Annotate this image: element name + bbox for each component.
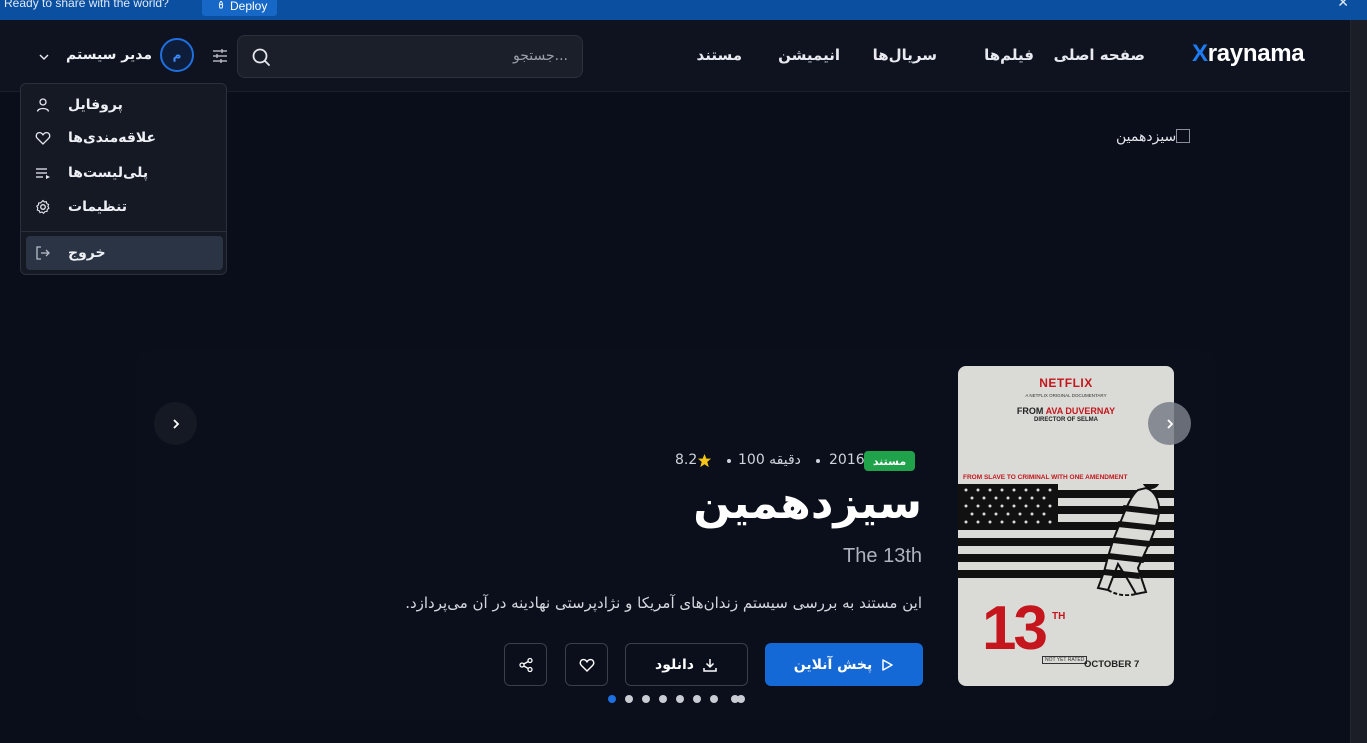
nav-home[interactable]: صفحه اصلی [1054,46,1145,64]
site-logo[interactable]: Xraynama [1192,40,1305,68]
slide-dot[interactable] [710,695,718,703]
logo-text: raynama [1207,40,1305,67]
slide-dot[interactable] [676,695,684,703]
playlist-icon [36,168,50,179]
share-button[interactable] [504,643,547,686]
menu-divider [21,231,226,232]
nav-movies[interactable]: فیلم‌ها [984,46,1034,64]
poster-tagline: FROM SLAVE TO CRIMINAL WITH ONE AMENDMEN… [963,474,1128,481]
movie-poster[interactable]: NETFLIX A NETFLIX ORIGINAL DOCUMENTARY F… [958,366,1174,686]
gear-icon [36,199,50,215]
user-name[interactable]: مدیر سیستم [66,47,152,63]
search-input[interactable]: جستجو... [513,48,568,64]
poster-director-line: FROM AVA DUVERNAY [958,406,1174,416]
deploy-message: Ready to share with the world? [4,0,169,10]
nav-series[interactable]: سریال‌ها [873,46,937,64]
slide-dot[interactable] [625,695,633,703]
menu-item-profile[interactable]: پروفایل [26,88,223,122]
rating-value: 8.2 [675,452,698,468]
poster-director: AVA DUVERNAY [1045,406,1116,416]
site-header: Xraynama صفحه اصلی فیلم‌ها سریال‌ها انیم… [0,20,1350,92]
nav-documentary[interactable]: مستند [697,46,742,64]
share-icon [518,657,533,672]
meta-separator [816,459,820,463]
poster-release: OCTOBER 7 [1084,659,1140,670]
slider-prev-button[interactable] [154,402,197,445]
nav-animation[interactable]: انیمیشن [778,46,840,64]
poster-from: FROM [1016,406,1044,416]
poster-original: A NETFLIX ORIGINAL DOCUMENTARY [1025,393,1107,398]
menu-item-favorites[interactable]: علاقه‌مندی‌ها [26,121,223,155]
deploy-label: Deploy [230,0,268,13]
menu-item-label: خروج [68,245,106,261]
poster-director-of: DIRECTOR OF SELMA [1034,417,1098,423]
chevron-left-icon [172,418,179,429]
runtime: 100 دقیقه [738,452,801,468]
menu-item-logout[interactable]: خروج [26,236,223,270]
movie-description: این مستند به بررسی سیستم زندان‌های آمریک… [405,594,922,612]
play-label: پخش آنلاین [793,656,873,673]
search-box[interactable]: جستجو... [237,35,583,78]
rocket-icon [218,1,224,9]
movie-title: سیزدهمین [693,478,922,529]
poster-flag-artwork [958,484,1174,596]
download-button[interactable]: دانلود [625,643,748,686]
deploy-notification-bar: Ready to share with the world? Deploy ✕ [0,0,1367,20]
broken-image-alt: سیزدهمین [1116,129,1177,145]
logo-x: X [1192,40,1208,67]
avatar[interactable]: م [160,38,194,72]
menu-item-label: تنظیمات [68,199,128,215]
slide-dot[interactable] [608,695,616,703]
filter-icon[interactable] [210,46,230,66]
menu-item-settings[interactable]: تنظیمات [26,190,223,224]
slider-next-button[interactable] [1148,402,1191,445]
poster-brand: NETFLIX [1039,376,1093,390]
poster-suffix: TH [1052,611,1066,622]
user-menu: پروفایل علاقه‌مندی‌ها پلی‌لیست‌ها تنظیما… [20,83,227,275]
slide-dot[interactable] [659,695,667,703]
broken-image-icon [1176,129,1191,143]
play-icon [882,658,894,671]
download-label: دانلود [655,656,694,673]
chevron-right-icon [1166,418,1173,429]
user-icon [36,98,50,112]
menu-item-label: پلی‌لیست‌ها [68,165,149,181]
slide-dot[interactable] [737,695,745,703]
menu-item-playlists[interactable]: پلی‌لیست‌ها [26,156,223,190]
download-icon [703,658,717,672]
meta-separator [727,459,731,463]
hero-backdrop-broken-image: سیزدهمین [1116,129,1192,145]
play-online-button[interactable]: پخش آنلاین [765,643,923,686]
close-icon[interactable]: ✕ [1337,0,1349,11]
genre-badge: مستند [864,451,915,471]
star-icon [697,453,712,468]
search-icon[interactable] [251,47,271,67]
menu-item-label: علاقه‌مندی‌ها [68,130,157,146]
slide-dot[interactable] [642,695,650,703]
favorite-button[interactable] [565,643,608,686]
logout-icon [36,246,50,260]
chevron-down-icon[interactable] [37,50,51,64]
heart-icon [579,658,594,672]
poster-number: 13 [982,594,1048,663]
release-year: 2016 [829,452,865,468]
deploy-button[interactable]: Deploy [202,0,278,16]
slide-dot[interactable] [693,695,701,703]
movie-title-english: The 13th [843,545,922,567]
heart-icon [35,131,51,145]
page-scrollbar[interactable] [1350,20,1367,743]
poster-rating-box: NOT YET RATED [1042,656,1088,664]
menu-item-label: پروفایل [68,97,123,113]
